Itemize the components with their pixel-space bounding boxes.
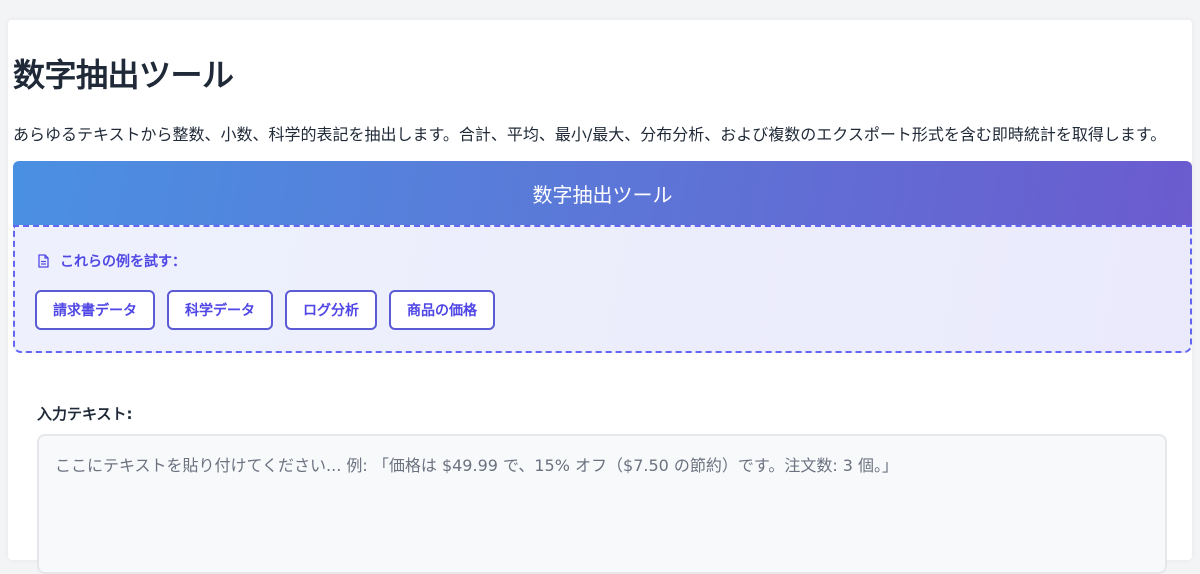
example-button-invoice[interactable]: 請求書データ — [35, 290, 155, 330]
page-card: 数字抽出ツール あらゆるテキストから整数、小数、科学的表記を抽出します。合計、平… — [8, 20, 1192, 574]
document-icon — [37, 254, 50, 268]
tool-header: 数字抽出ツール — [13, 161, 1192, 225]
example-button-log[interactable]: ログ分析 — [285, 290, 377, 330]
examples-label-text: これらの例を試す： — [60, 254, 186, 270]
page-description: あらゆるテキストから整数、小数、科学的表記を抽出します。合計、平均、最小/最大、… — [13, 125, 1167, 144]
examples-panel: これらの例を試す： 請求書データ 科学データ ログ分析 商品の価格 — [13, 225, 1192, 353]
example-buttons: 請求書データ 科学データ ログ分析 商品の価格 — [35, 290, 495, 330]
examples-label: これらの例を試す： — [37, 251, 186, 271]
tool-header-title: 数字抽出ツール — [532, 182, 673, 207]
page-title: 数字抽出ツール — [13, 56, 234, 94]
example-button-science[interactable]: 科学データ — [167, 290, 273, 330]
example-button-prices[interactable]: 商品の価格 — [389, 290, 495, 330]
input-text-label: 入力テキスト: — [37, 405, 133, 423]
input-text-area[interactable] — [37, 434, 1167, 574]
